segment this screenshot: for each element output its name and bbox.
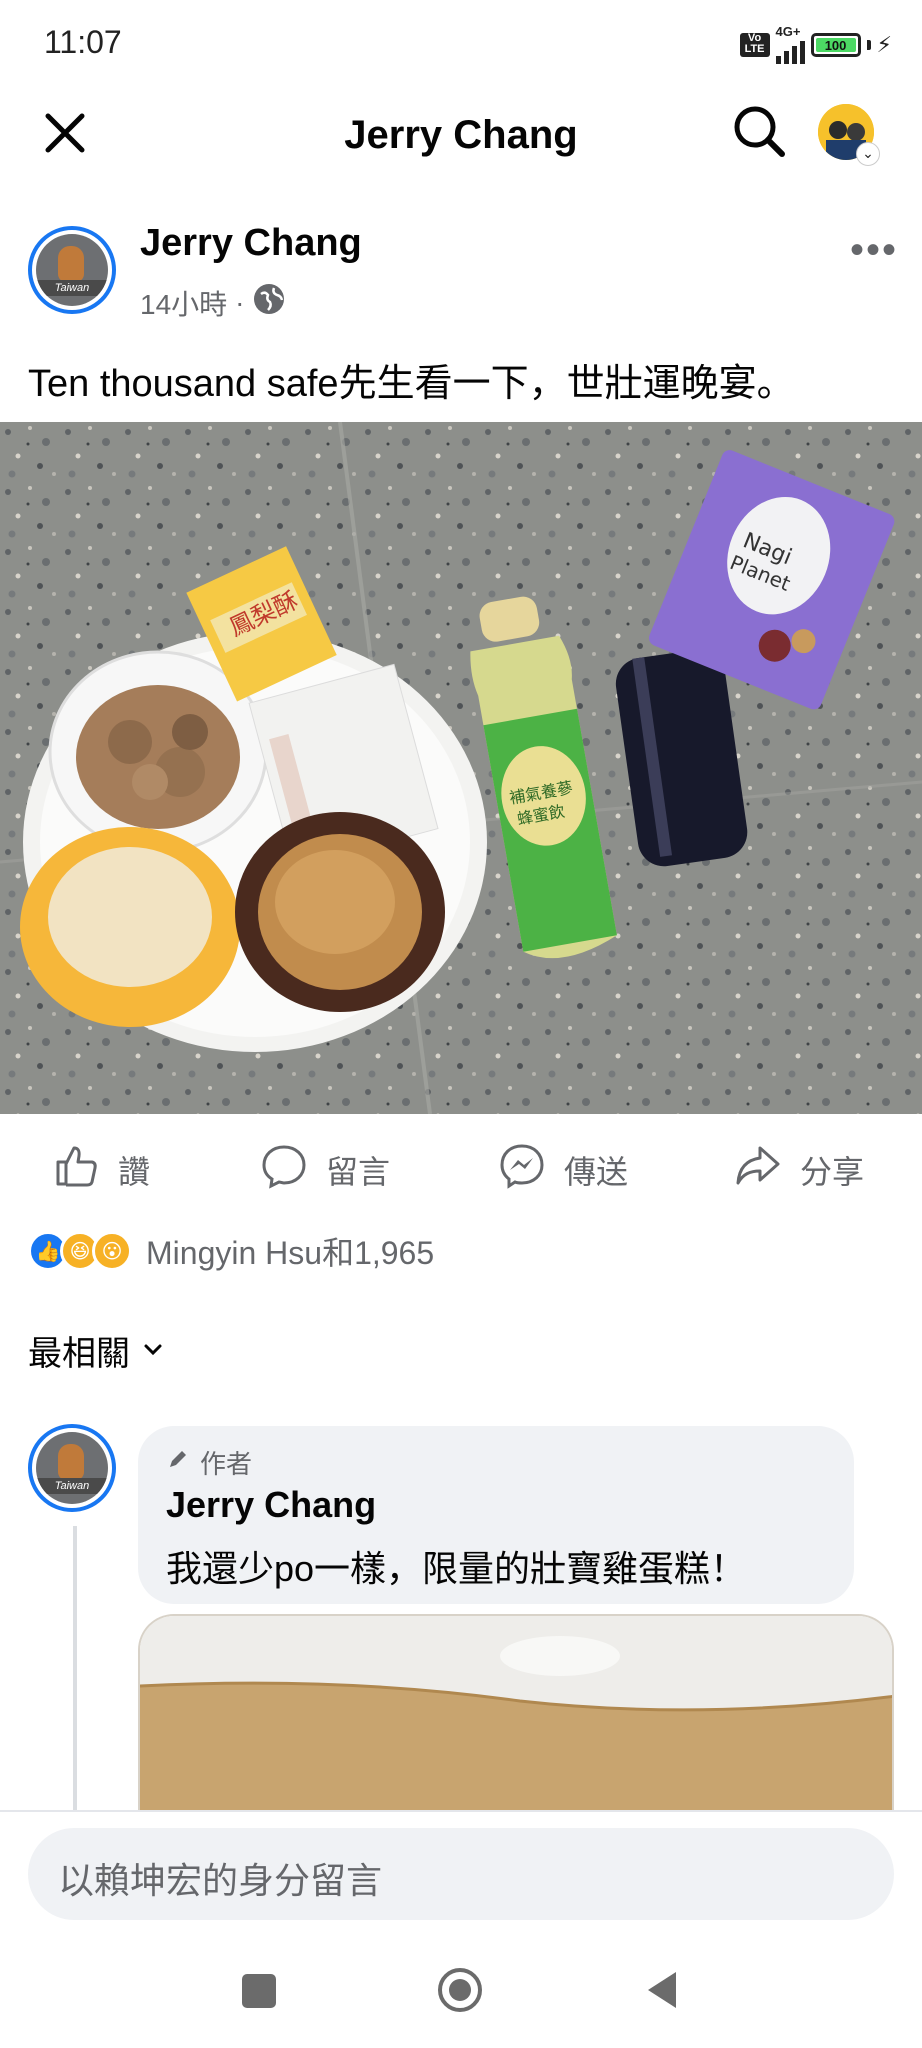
like-label: 讚 [118, 1154, 151, 1190]
volte-icon: Vo LTE [739, 33, 770, 57]
reaction-count: Mingyin Hsu和1,965 [146, 1235, 435, 1271]
battery-level: 100 [815, 38, 856, 53]
post-photo[interactable]: 鳳梨酥 補氣養蔘 蜂蜜飲 Nagi Planet [0, 422, 922, 1114]
avatar-tag: Taiwan [36, 1478, 108, 1494]
comment-avatar[interactable]: Taiwan [28, 1424, 116, 1512]
comment-author[interactable]: Jerry Chang [166, 1484, 376, 1526]
comment-photo[interactable] [138, 1614, 894, 1814]
post-time: 14小時 [140, 288, 228, 320]
comment-text: 我還少po一樣，限量的壯寶雞蛋糕！ [166, 1548, 747, 1589]
share-icon [734, 1142, 782, 1198]
comment-button[interactable]: 留言 [260, 1142, 390, 1198]
chevron-down-icon[interactable]: ⌄ [856, 142, 880, 166]
post-avatar[interactable]: Taiwan [28, 226, 116, 314]
share-button[interactable]: 分享 [734, 1142, 864, 1198]
comment-sort-dropdown[interactable]: 最相關 [28, 1326, 164, 1375]
status-icons: Vo LTE 4G+ 100 ⚡ [739, 24, 892, 64]
send-button[interactable]: 傳送 [498, 1142, 628, 1198]
like-button[interactable]: 讚 [52, 1142, 150, 1198]
avatar-tag: Taiwan [36, 280, 108, 296]
post-meta: 14小時 · [140, 282, 286, 323]
pencil-icon [166, 1447, 190, 1478]
battery-icon: 100 [810, 33, 861, 57]
chevron-down-icon [142, 1331, 164, 1370]
wow-reaction-icon: 😮 [92, 1231, 132, 1271]
post-author[interactable]: Jerry Chang [140, 222, 362, 265]
charging-icon: ⚡ [876, 32, 892, 57]
post-text: Ten thousand safe先生看一下，世壯運晚宴。 [28, 363, 795, 405]
search-icon[interactable] [730, 102, 790, 162]
messenger-icon [498, 1142, 546, 1198]
author-badge: 作者 [166, 1444, 252, 1481]
network-type: 4G+ [775, 24, 801, 39]
signal-icon: 4G+ [775, 24, 805, 64]
author-badge-label: 作者 [200, 1449, 253, 1479]
status-time: 11:07 [44, 24, 122, 60]
meta-separator: · [235, 286, 245, 318]
reactions-summary[interactable]: 👍 😆 😮 Mingyin Hsu和1,965 [28, 1228, 434, 1274]
home-button[interactable] [436, 1966, 484, 2014]
sort-label: 最相關 [28, 1335, 130, 1373]
share-label: 分享 [800, 1154, 865, 1190]
battery-cap [866, 40, 871, 50]
thumbs-up-icon [52, 1142, 100, 1198]
comment-input-placeholder: 以賴坤宏的身分留言 [58, 1860, 383, 1901]
recents-button[interactable] [242, 1974, 276, 2008]
back-button[interactable] [644, 1970, 680, 2010]
send-label: 傳送 [564, 1154, 629, 1190]
comment-icon [260, 1142, 308, 1198]
globe-icon [252, 282, 286, 323]
more-options-icon[interactable]: ••• [850, 228, 898, 273]
thread-line [73, 1526, 77, 1816]
comment-label: 留言 [326, 1154, 391, 1190]
